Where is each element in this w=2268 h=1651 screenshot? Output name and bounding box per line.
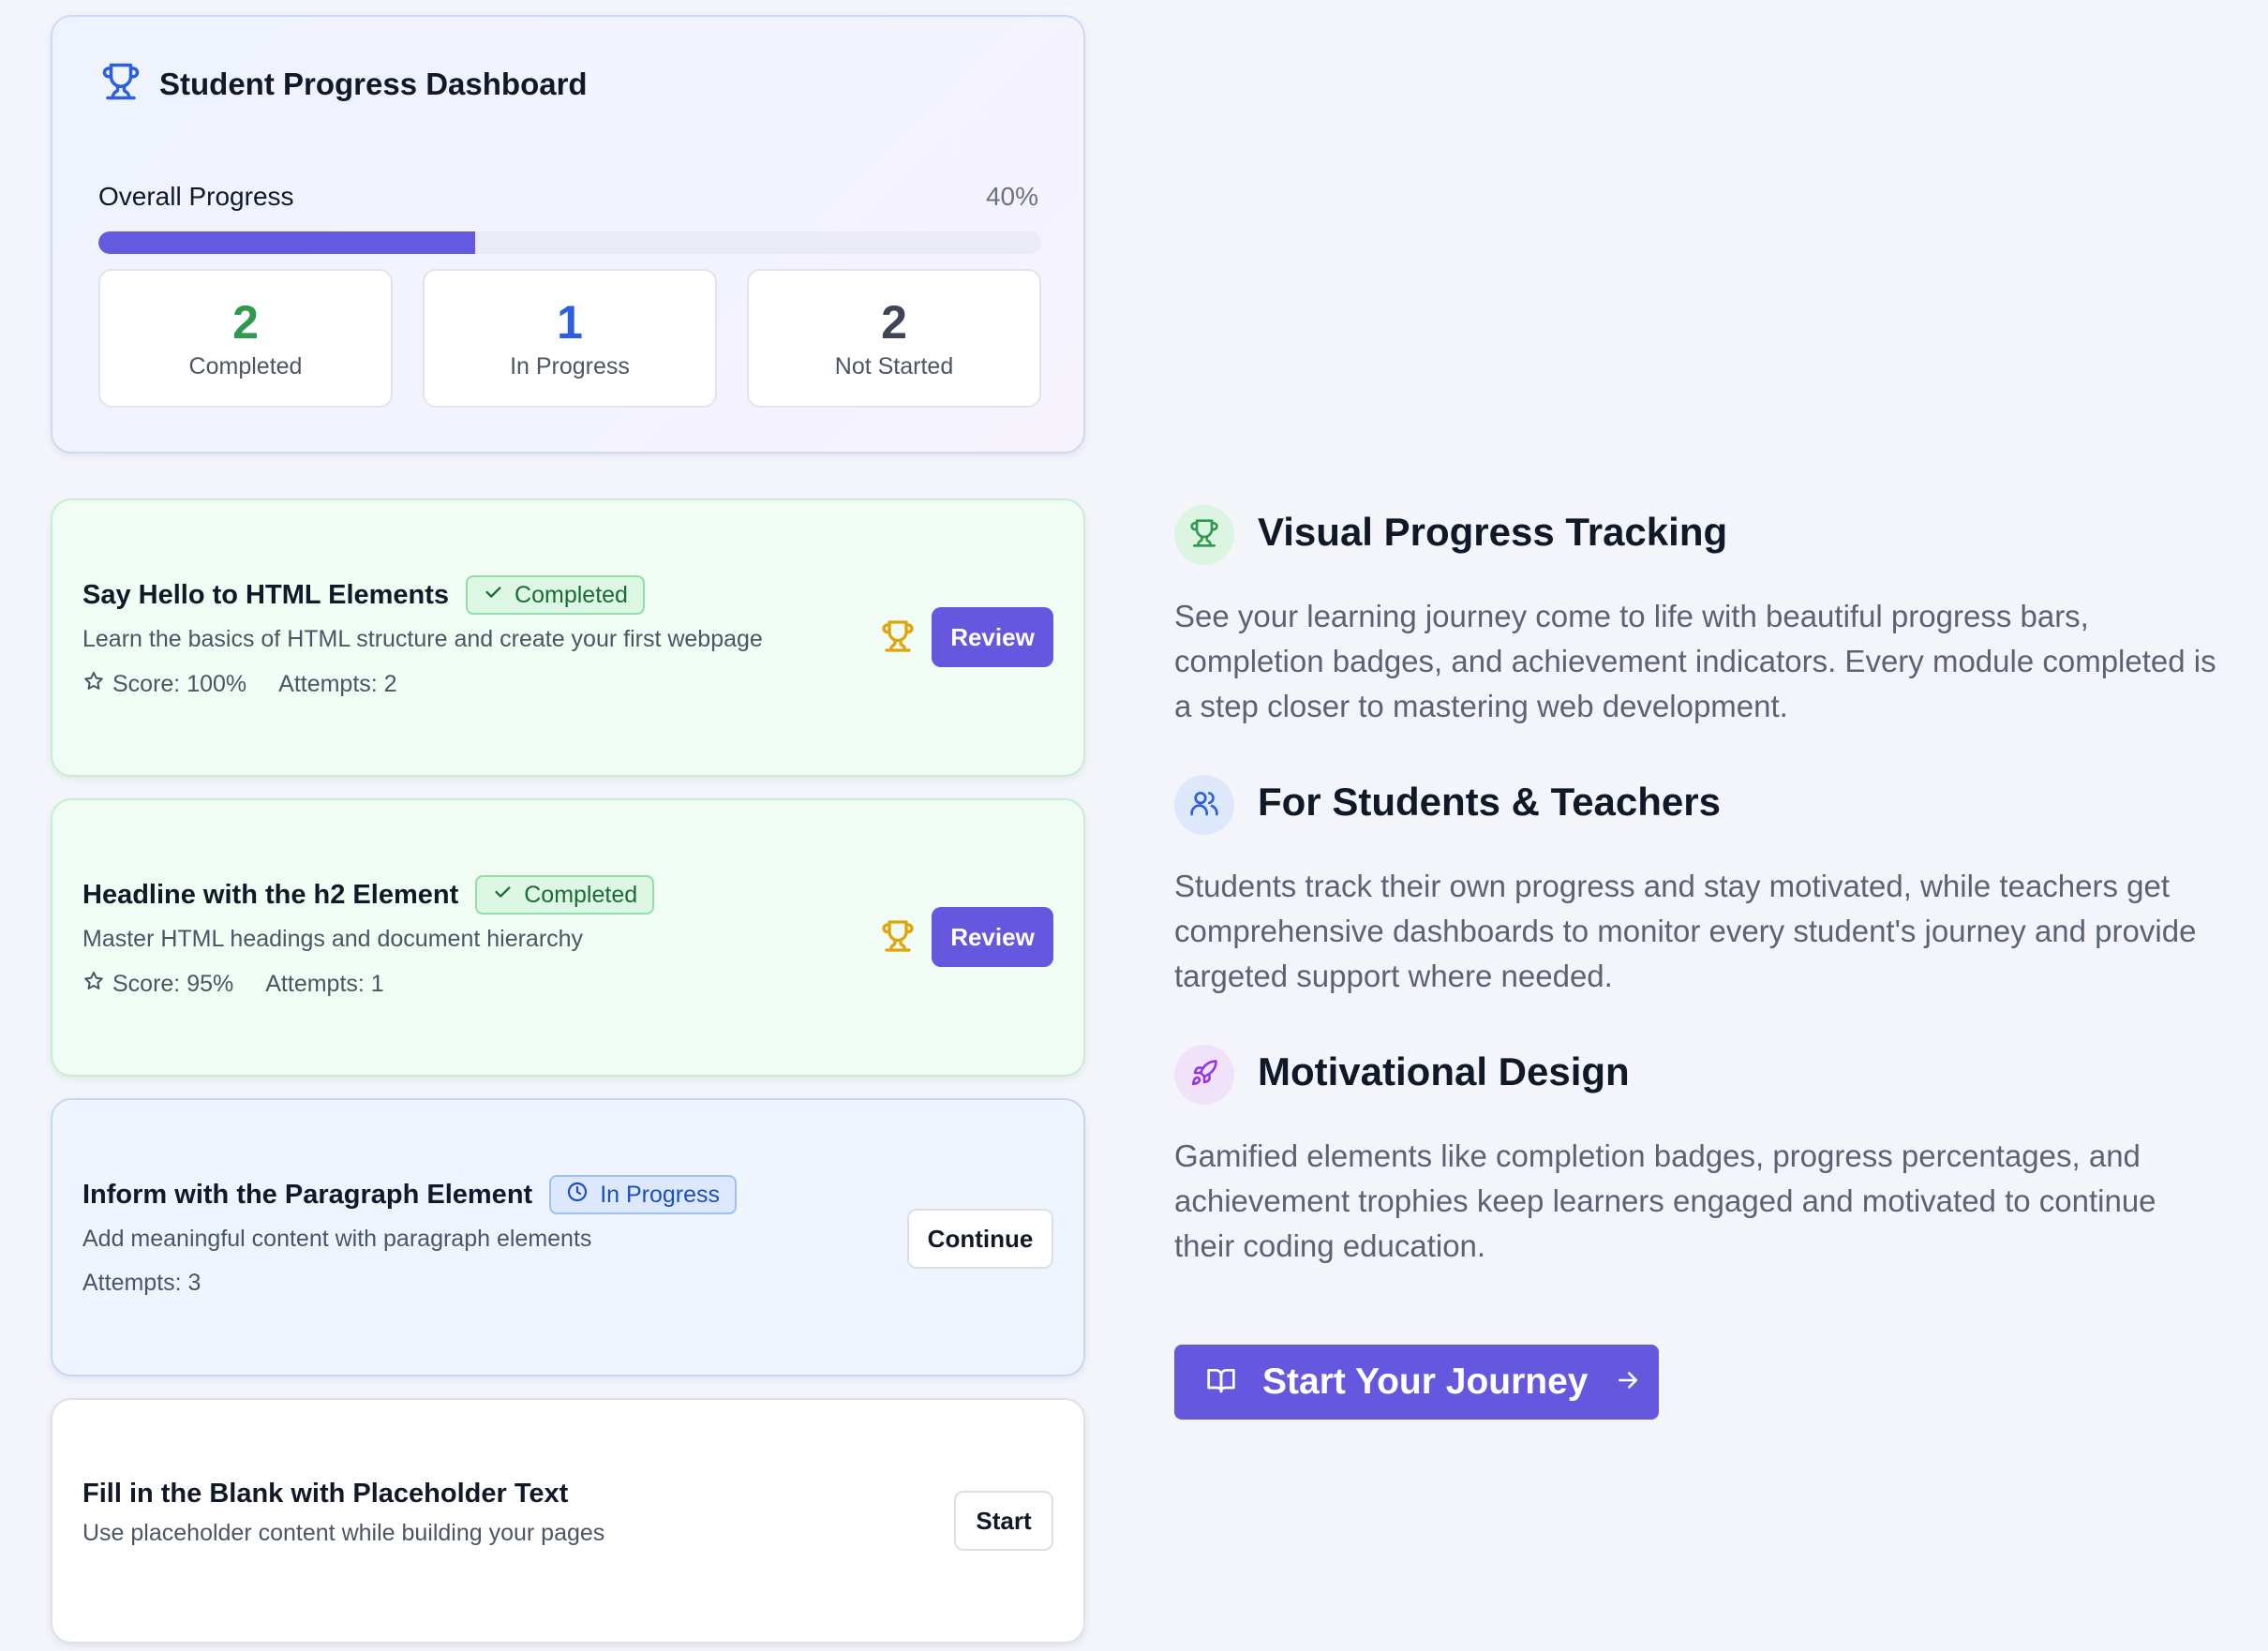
stat-completed: 2 Completed xyxy=(98,269,393,408)
module-meta: Score: 95% Attempts: 1 xyxy=(82,970,384,999)
star-icon xyxy=(82,970,105,999)
start-button[interactable]: Start xyxy=(954,1491,1053,1551)
users-icon xyxy=(1189,788,1219,823)
module-description: Use placeholder content while building y… xyxy=(82,1520,605,1546)
module-description: Add meaningful content with paragraph el… xyxy=(82,1226,592,1252)
dashboard-title: Student Progress Dashboard xyxy=(159,66,588,101)
module-attempts: Attempts: 1 xyxy=(265,971,384,997)
feature-text: Students track their own progress and st… xyxy=(1174,869,2197,993)
stat-label: Not Started xyxy=(834,353,954,379)
clock-icon xyxy=(566,1181,589,1210)
module-header: Inform with the Paragraph Element In Pro… xyxy=(82,1175,738,1214)
overall-progress-percent: 40% xyxy=(985,182,1038,211)
star-icon xyxy=(82,670,105,699)
module-attempts: Attempts: 3 xyxy=(82,1270,201,1296)
module-title: Headline with the h2 Element xyxy=(82,879,459,910)
module-description: Master HTML headings and document hierar… xyxy=(82,926,584,952)
arrow-right-icon xyxy=(1614,1366,1642,1399)
overall-progress-bar xyxy=(98,231,1041,254)
module-title: Fill in the Blank with Placeholder Text xyxy=(82,1479,569,1509)
stat-not-started: 2 Not Started xyxy=(747,269,1041,408)
dashboard-header: Student Progress Dashboard xyxy=(101,62,588,106)
module-card: Inform with the Paragraph Element In Pro… xyxy=(51,1098,1085,1376)
rocket-icon xyxy=(1190,1059,1218,1092)
status-badge-label: Completed xyxy=(515,581,628,608)
stat-label: Completed xyxy=(188,353,303,379)
stat-in-progress: 1 In Progress xyxy=(423,269,717,408)
module-meta: Score: 100% Attempts: 2 xyxy=(82,670,397,699)
feature-text: See your learning journey come to life w… xyxy=(1174,599,2216,723)
stat-number: 2 xyxy=(232,296,259,349)
trophy-icon xyxy=(881,919,915,958)
module-score: Score: 100% xyxy=(82,670,246,699)
status-badge: Completed xyxy=(475,875,655,915)
feature-title: Visual Progress Tracking xyxy=(1258,510,1728,554)
module-card: Fill in the Blank with Placeholder Text … xyxy=(51,1398,1085,1644)
module-card: Say Hello to HTML Elements Completed Lea… xyxy=(51,498,1085,777)
module-meta: Attempts: 3 xyxy=(82,1270,201,1297)
module-header: Fill in the Blank with Placeholder Text xyxy=(82,1479,568,1510)
module-title: Say Hello to HTML Elements xyxy=(82,579,450,610)
module-header: Say Hello to HTML Elements Completed xyxy=(82,575,645,615)
module-header: Headline with the h2 Element Completed xyxy=(82,875,655,915)
status-badge-label: Completed xyxy=(524,881,638,908)
feature-icon-badge xyxy=(1174,1045,1234,1105)
module-score-text: Score: 95% xyxy=(112,971,234,997)
module-card: Headline with the h2 Element Completed M… xyxy=(51,798,1085,1077)
review-button[interactable]: Review xyxy=(932,607,1053,667)
status-badge-label: In Progress xyxy=(600,1181,721,1208)
check-icon xyxy=(492,882,513,909)
module-score: Score: 95% xyxy=(82,970,233,999)
trophy-icon xyxy=(1189,518,1219,553)
feature-text: Gamified elements like completion badges… xyxy=(1174,1138,2156,1263)
module-score-text: Score: 100% xyxy=(112,671,247,697)
review-button[interactable]: Review xyxy=(932,907,1053,967)
continue-button[interactable]: Continue xyxy=(907,1209,1053,1269)
start-journey-label: Start Your Journey xyxy=(1262,1361,1589,1402)
trophy-icon xyxy=(101,62,141,106)
feature-title: Motivational Design xyxy=(1258,1049,1630,1093)
start-journey-button[interactable]: Start Your Journey xyxy=(1174,1345,1659,1420)
status-badge: Completed xyxy=(466,575,645,615)
progress-dashboard-card: Student Progress Dashboard Overall Progr… xyxy=(51,15,1085,454)
check-icon xyxy=(483,582,503,609)
module-description: Learn the basics of HTML structure and c… xyxy=(82,626,763,652)
feature-icon-badge xyxy=(1174,775,1234,835)
stat-number: 1 xyxy=(557,296,583,349)
feature-icon-badge xyxy=(1174,505,1234,565)
overall-progress-label: Overall Progress xyxy=(98,182,294,211)
stat-label: In Progress xyxy=(510,353,630,379)
feature-title: For Students & Teachers xyxy=(1258,780,1721,824)
module-attempts: Attempts: 2 xyxy=(278,671,397,697)
status-badge: In Progress xyxy=(549,1175,738,1214)
module-title: Inform with the Paragraph Element xyxy=(82,1179,533,1210)
overall-progress-fill xyxy=(98,231,476,254)
trophy-icon xyxy=(881,619,915,658)
book-icon xyxy=(1206,1365,1236,1400)
stat-number: 2 xyxy=(881,296,907,349)
